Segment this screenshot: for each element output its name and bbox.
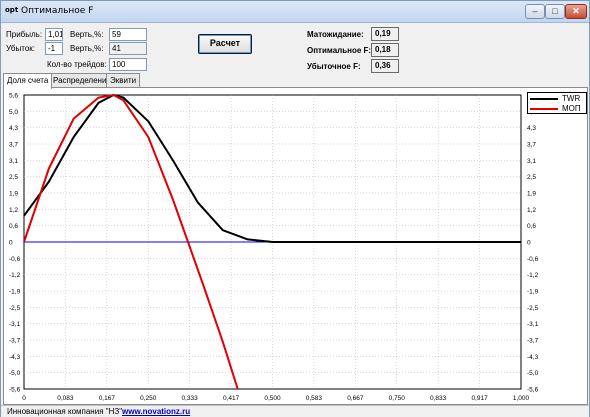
y-tick-label-right: 2,5 bbox=[527, 174, 536, 181]
y-tick-label-left: -5,0 bbox=[9, 370, 21, 377]
y-tick-label-left: 0,6 bbox=[9, 223, 18, 230]
company-name: Инновационная компания "НЗ": bbox=[7, 407, 125, 416]
x-tick-label: 0,667 bbox=[347, 395, 364, 402]
x-tick-label: 1,000 bbox=[513, 395, 530, 402]
y-tick-label-left: 5,0 bbox=[9, 109, 18, 116]
legend-swatch-mop bbox=[530, 108, 558, 110]
y-tick-label-left: -4,3 bbox=[9, 354, 21, 361]
legend-swatch-twr bbox=[530, 98, 558, 100]
y-tick-label-right: 4,3 bbox=[527, 125, 536, 132]
x-tick-label: 0 bbox=[22, 395, 26, 402]
y-tick-label-left: -1,2 bbox=[9, 272, 21, 279]
y-tick-label-left: -1,9 bbox=[9, 289, 21, 296]
y-tick-label-left: 1,2 bbox=[9, 207, 18, 214]
x-tick-label: 0,917 bbox=[471, 395, 488, 402]
x-tick-label: 0,583 bbox=[306, 395, 323, 402]
x-tick-label: 0,083 bbox=[57, 395, 74, 402]
x-tick-label: 0,833 bbox=[430, 395, 447, 402]
y-tick-label-left: -3,1 bbox=[9, 321, 21, 328]
y-tick-label-right: 0 bbox=[527, 240, 531, 247]
y-tick-label-left: -2,5 bbox=[9, 305, 21, 312]
y-tick-label-left: -3,7 bbox=[9, 338, 21, 345]
y-tick-label-right: 1,9 bbox=[527, 191, 536, 198]
x-tick-label: 0,250 bbox=[140, 395, 157, 402]
status-bar: Инновационная компания "НЗ": www.novatio… bbox=[1, 405, 589, 417]
legend-label-mop: МОП bbox=[562, 104, 581, 113]
y-tick-label-left: -0,6 bbox=[9, 256, 21, 263]
legend-label-twr: TWR bbox=[562, 94, 581, 103]
y-tick-label-right: -2,5 bbox=[527, 305, 539, 312]
y-tick-label-right: 0,6 bbox=[527, 223, 536, 230]
x-tick-label: 0,500 bbox=[264, 395, 281, 402]
app-window: opt Оптимальное F – □ ✕ Прибыль: 1,01 Уб… bbox=[0, 0, 590, 417]
y-tick-label-left: 3,1 bbox=[9, 158, 18, 165]
y-tick-label-right: -5,0 bbox=[527, 370, 539, 377]
chart-plot: 5,65,65,05,04,34,33,73,73,13,12,52,51,91… bbox=[9, 93, 539, 403]
y-tick-label-left: 0 bbox=[9, 240, 13, 247]
y-tick-label-left: 1,9 bbox=[9, 191, 18, 198]
y-tick-label-right: 3,1 bbox=[527, 158, 536, 165]
tab-account-share[interactable]: Доля счета bbox=[3, 73, 53, 89]
y-tick-label-right: -3,1 bbox=[527, 321, 539, 328]
website-link[interactable]: www.novationz.ru bbox=[122, 407, 190, 416]
y-tick-label-right: -1,9 bbox=[527, 289, 539, 296]
y-tick-label-right: -5,6 bbox=[527, 387, 539, 394]
y-tick-label-left: 5,6 bbox=[9, 93, 18, 100]
y-tick-label-right: 1,2 bbox=[527, 207, 536, 214]
y-tick-label-right: -0,6 bbox=[527, 256, 539, 263]
y-tick-label-left: -5,6 bbox=[9, 387, 21, 394]
chart-legend: TWR МОП bbox=[527, 92, 587, 114]
x-tick-label: 0,750 bbox=[389, 395, 406, 402]
y-tick-label-left: 4,3 bbox=[9, 125, 18, 132]
y-tick-label-left: 2,5 bbox=[9, 174, 18, 181]
y-tick-label-right: -3,7 bbox=[527, 338, 539, 345]
y-tick-label-left: 3,7 bbox=[9, 142, 18, 149]
x-tick-label: 0,333 bbox=[182, 395, 199, 402]
y-tick-label-right: -4,3 bbox=[527, 354, 539, 361]
x-tick-label: 0,167 bbox=[99, 395, 116, 402]
y-tick-label-right: -1,2 bbox=[527, 272, 539, 279]
x-tick-label: 0,417 bbox=[223, 395, 240, 402]
y-tick-label-right: 3,7 bbox=[527, 142, 536, 149]
